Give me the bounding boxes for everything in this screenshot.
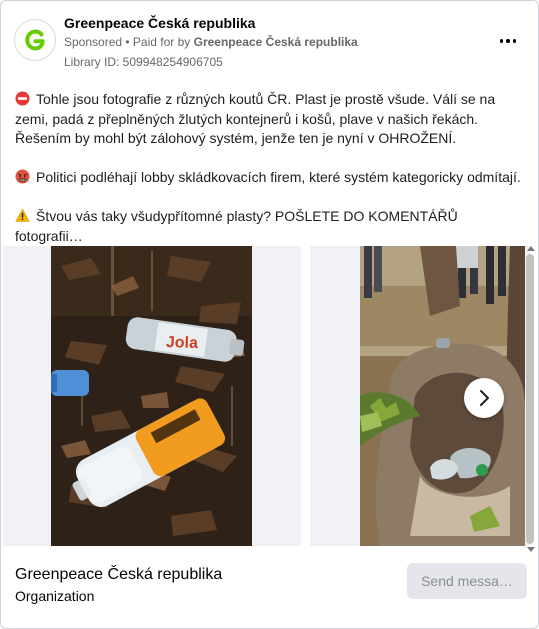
ad-post-card: Greenpeace Česká republika Sponsored • P… <box>0 0 539 629</box>
warning-icon <box>15 208 30 223</box>
more-dot <box>506 39 510 43</box>
svg-text:Jola: Jola <box>166 334 199 352</box>
avatar[interactable] <box>14 19 56 61</box>
post-body: Tohle jsou fotografie z různých koutů ČR… <box>15 90 527 246</box>
send-message-button[interactable]: Send messa… <box>407 563 527 599</box>
greenpeace-logo-icon <box>25 29 45 51</box>
chevron-right-icon <box>480 390 489 406</box>
scroll-down-arrow-icon[interactable] <box>527 547 535 552</box>
sponsored-line: Sponsored • Paid for by Greenpeace Česká… <box>64 35 358 49</box>
footer-page-type: Organization <box>15 588 95 604</box>
post-header: Greenpeace Česká republika Sponsored • P… <box>1 1 538 73</box>
paragraph-3-text[interactable]: Štvou vás taky všudypřítomné plasty? POŠ… <box>15 208 458 244</box>
paragraph-1-text: Tohle jsou fotografie z různých koutů ČR… <box>15 91 496 146</box>
post-paragraph-1: Tohle jsou fotografie z různých koutů ČR… <box>15 90 527 149</box>
library-id: Library ID: 509948254906705 <box>64 55 223 69</box>
litter-photo-bottles: Jola <box>51 246 252 546</box>
sponsored-label: Sponsored <box>64 35 123 49</box>
image-carousel: Jola <box>1 246 538 546</box>
footer-page-name[interactable]: Greenpeace Česká republika <box>15 566 222 584</box>
more-dot <box>512 39 517 43</box>
paragraph-2-text: Politici podléhají lobby skládkovacích f… <box>36 169 521 185</box>
paid-for-prefix: Paid for by <box>132 35 194 49</box>
scrollbar-thumb[interactable] <box>526 254 534 544</box>
carousel-card-1[interactable]: Jola <box>3 246 301 546</box>
page-name[interactable]: Greenpeace Česká republika <box>64 15 255 31</box>
carousel-next-button[interactable] <box>464 378 504 418</box>
scroll-up-arrow-icon[interactable] <box>527 246 535 251</box>
separator-dot: • <box>122 35 133 49</box>
carousel-scrollbar[interactable] <box>525 246 537 556</box>
more-horizontal-icon <box>499 39 504 43</box>
paid-for-by[interactable]: Greenpeace Česká republika <box>194 35 358 49</box>
no-entry-icon <box>15 91 30 106</box>
more-options-button[interactable] <box>496 31 520 51</box>
angry-face-icon <box>15 169 30 184</box>
post-paragraph-3: Štvou vás taky všudypřítomné plasty? POŠ… <box>15 207 527 246</box>
post-paragraph-2: Politici podléhají lobby skládkovacích f… <box>15 168 527 188</box>
